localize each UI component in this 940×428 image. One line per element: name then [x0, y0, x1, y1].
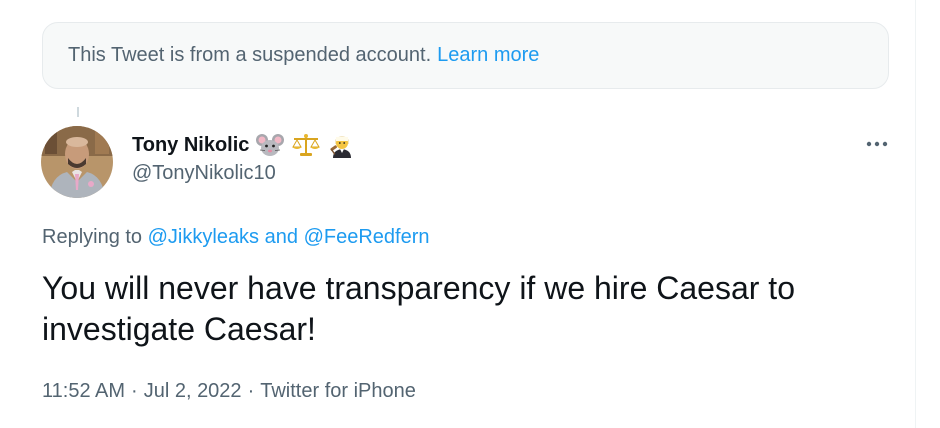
replying-conjunction[interactable]: and: [265, 226, 298, 248]
author-name-row: Tony Nikolic: [132, 130, 357, 160]
meta-separator: ·: [247, 380, 255, 402]
thread-connector-line: [77, 107, 79, 117]
avatar-photo: [41, 126, 113, 198]
mention-jikkyleaks[interactable]: @Jikkyleaks: [148, 226, 259, 248]
tweet-date[interactable]: Jul 2, 2022: [144, 380, 242, 402]
author-handle[interactable]: @TonyNikolic10: [132, 162, 357, 185]
meta-separator: ·: [131, 380, 138, 402]
tweet-author: Tony Nikolic @TonyNikolic10: [132, 130, 357, 185]
tweet-source[interactable]: Twitter for iPhone: [260, 380, 416, 402]
learn-more-link[interactable]: Learn more: [437, 44, 539, 67]
display-name[interactable]: Tony Nikolic: [132, 134, 249, 157]
tweet-metadata: 11:52 AM · Jul 2, 2022 · Twitter for iPhone: [42, 380, 416, 403]
more-options-button[interactable]: [862, 132, 892, 156]
timeline-border: [915, 0, 916, 428]
replying-to: Replying to @Jikkyleaks and @FeeRedfern: [42, 226, 429, 249]
tweet-text: You will never have transparency if we h…: [42, 270, 795, 347]
more-icon: [866, 141, 888, 147]
balance-scale-icon: [291, 132, 321, 158]
notice-text: This Tweet is from a suspended account.: [68, 44, 432, 66]
mouse-face-icon: [255, 132, 285, 158]
avatar[interactable]: [41, 126, 113, 198]
suspended-account-notice: This Tweet is from a suspended account. …: [42, 22, 889, 89]
mention-feeredfern[interactable]: @FeeRedfern: [304, 226, 430, 248]
replying-to-label: Replying to: [42, 226, 143, 248]
judge-icon: [327, 132, 357, 158]
tweet-time[interactable]: 11:52 AM: [42, 380, 125, 402]
